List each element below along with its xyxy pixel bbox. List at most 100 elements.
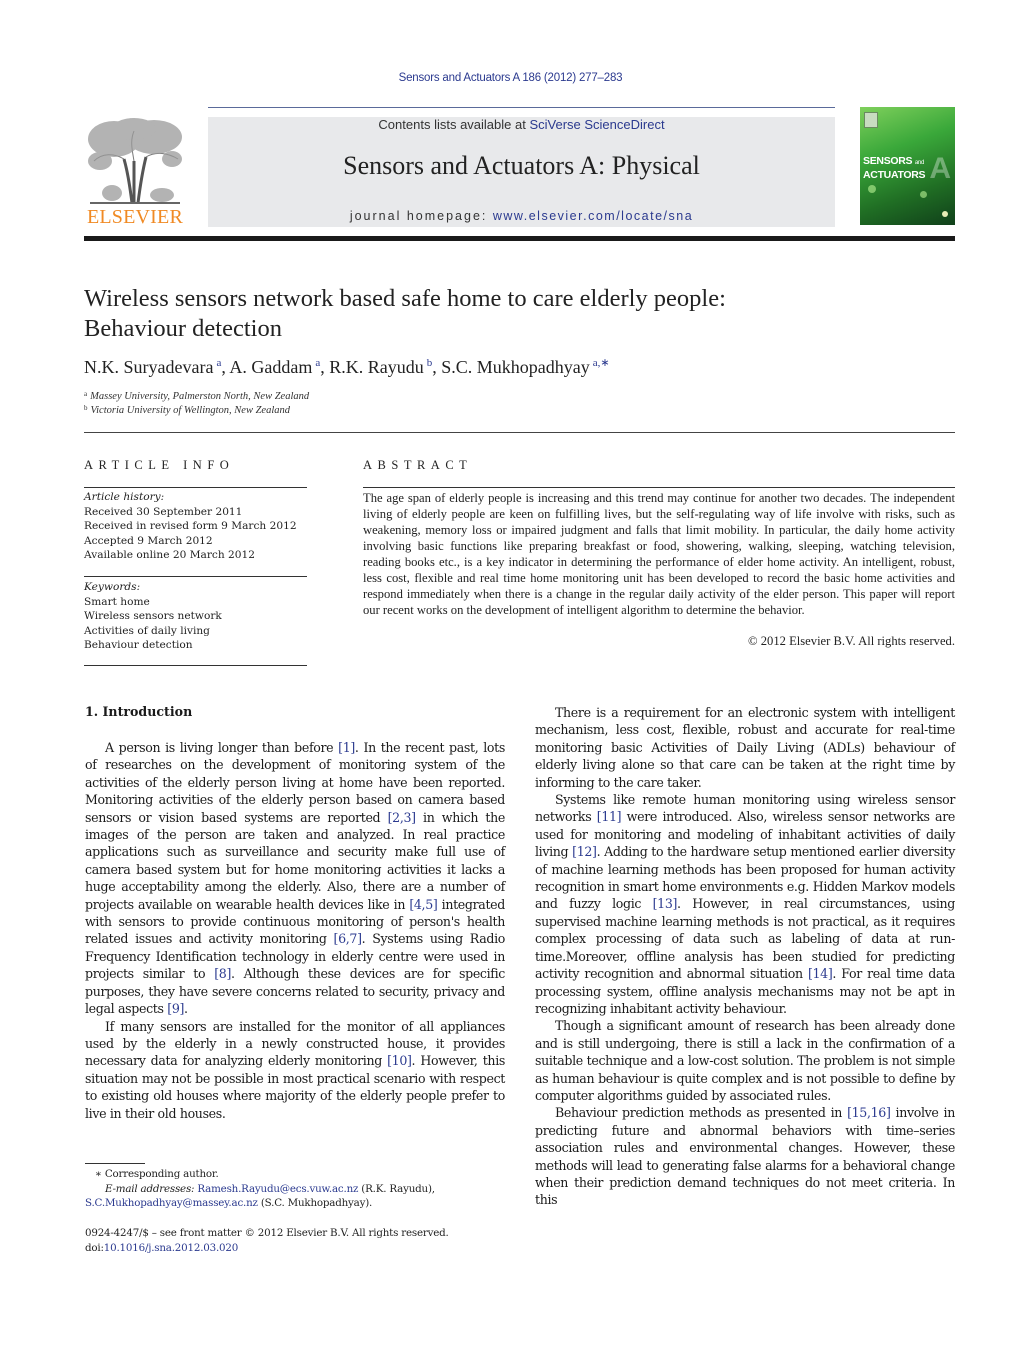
history-label: Article history: xyxy=(84,491,165,503)
email-line: E-mail addresses: Ramesh.Rayudu@ecs.vuw.… xyxy=(85,1182,515,1197)
corresponding-author-note: ∗ Corresponding author. xyxy=(95,1168,219,1180)
keyword-item: Wireless sensors network xyxy=(84,610,222,622)
journal-title: Sensors and Actuators A: Physical xyxy=(343,151,700,180)
title-line-1: Wireless sensors network based safe home… xyxy=(84,285,726,312)
author-list: N.K. Suryadevara a, A. Gaddam a, R.K. Rayu… xyxy=(84,357,610,377)
email-link-rayudu[interactable]: Ramesh.Rayudu@ecs.vuw.ac.nz xyxy=(197,1183,358,1195)
body-paragraph: There is a requirement for an electronic… xyxy=(535,704,955,791)
cover-title-line1: SENSORS xyxy=(863,155,913,167)
keywords-label: Keywords: xyxy=(84,581,141,593)
history-item: Received in revised form 9 March 2012 xyxy=(84,520,297,532)
header-divider xyxy=(208,107,835,108)
keyword-item: Smart home xyxy=(84,595,150,608)
footnote-block: ∗ Corresponding author. E-mail addresses… xyxy=(85,1167,515,1211)
author-name: A. Gaddam xyxy=(229,357,313,377)
cover-letter: A xyxy=(929,152,951,185)
abstract-copyright: © 2012 Elsevier B.V. All rights reserved… xyxy=(748,634,955,648)
affiliation-a: a Massey University, Palmerston North, Ne… xyxy=(84,390,309,402)
cover-title-and: and xyxy=(914,160,924,166)
keyword-item: Behaviour detection xyxy=(84,639,193,651)
cover-light-icon xyxy=(920,191,927,198)
abstract-text: The age span of elderly people is increa… xyxy=(363,491,955,617)
article-info-heading: ARTICLE INFO xyxy=(84,458,235,472)
affiliation-text: Massey University, Palmerston North, New… xyxy=(90,391,310,402)
doi-link[interactable]: 10.1016/j.sna.2012.03.020 xyxy=(104,1242,239,1254)
author-name: S.C. Mukhopadhyay xyxy=(441,357,590,377)
contents-prefix: Contents lists available at xyxy=(378,117,530,132)
elsevier-wordmark: ELSEVIER xyxy=(86,206,184,228)
article-history: Article history: Received 30 September 2… xyxy=(84,490,314,563)
email-owner: (R.K. Rayudu), xyxy=(358,1182,435,1195)
cover-title: SENSORS and ACTUATORS xyxy=(863,155,926,181)
elsevier-tree-icon xyxy=(88,118,182,204)
paragraph-text: . xyxy=(184,1001,188,1017)
article-info-divider xyxy=(84,487,307,488)
paragraph-text: involve in predicting future and abnorma… xyxy=(535,1105,955,1208)
history-item: Accepted 9 March 2012 xyxy=(84,534,213,547)
abstract-divider xyxy=(363,487,955,488)
keyword-item: Activities of daily living xyxy=(84,624,210,637)
homepage-link[interactable]: www.elsevier.com/locate/sna xyxy=(493,209,693,223)
body-column-left: A person is living longer than before [1… xyxy=(85,739,505,1122)
paper-title: Wireless sensors network based safe home… xyxy=(84,284,964,344)
body-paragraph: A person is living longer than before [1… xyxy=(85,739,505,1018)
reference-link[interactable]: [13] xyxy=(653,896,678,911)
journal-citation[interactable]: Sensors and Actuators A 186 (2012) 277–2… xyxy=(0,72,1021,84)
reference-link[interactable]: [10] xyxy=(387,1053,412,1068)
history-item: Available online 20 March 2012 xyxy=(84,549,256,561)
footnote-divider xyxy=(85,1163,145,1164)
reference-link[interactable]: [12] xyxy=(572,844,597,859)
elsevier-logo[interactable]: ELSEVIER xyxy=(84,117,186,229)
homepage-label: journal homepage: xyxy=(349,209,493,223)
affiliation-b: b Victoria University of Wellington, New … xyxy=(84,404,290,416)
cover-title-line2: ACTUATORS xyxy=(863,169,926,181)
elsevier-badge-icon xyxy=(864,112,878,128)
reference-link[interactable]: [15,16] xyxy=(847,1105,891,1120)
author-name: R.K. Rayudu xyxy=(329,357,424,377)
paragraph-text: A person is living longer than before xyxy=(105,740,339,755)
email-link-mukhopadhyay[interactable]: S.C.Mukhopadhyay@massey.ac.nz xyxy=(85,1197,258,1209)
reference-link[interactable]: [9] xyxy=(167,1001,184,1016)
paragraph-text: Though a significant amount of research … xyxy=(535,1018,955,1103)
reference-link[interactable]: [6,7] xyxy=(334,931,362,946)
author-affiliation-mark[interactable]: a xyxy=(216,357,221,369)
reference-link[interactable]: [11] xyxy=(597,809,622,824)
abstract-heading: ABSTRACT xyxy=(363,458,473,472)
history-item: Received 30 September 2011 xyxy=(84,505,243,518)
paragraph-text: Behaviour prediction methods as presente… xyxy=(555,1105,848,1121)
keywords-block: Keywords: Smart home Wireless sensors ne… xyxy=(84,580,314,653)
cover-light-icon xyxy=(942,211,948,217)
title-divider xyxy=(84,432,955,433)
author-affiliation-mark[interactable]: b xyxy=(427,357,433,369)
paragraph-text: There is a requirement for an electronic… xyxy=(535,705,955,790)
doi-line: doi:10.1016/j.sna.2012.03.020 xyxy=(85,1241,515,1256)
cover-light-icon xyxy=(868,185,876,193)
body-column-right: There is a requirement for an electronic… xyxy=(535,704,955,1209)
author-name: N.K. Suryadevara xyxy=(84,357,214,377)
author-affiliation-mark[interactable]: a xyxy=(315,357,320,369)
header-thick-rule xyxy=(84,236,955,241)
issn-line: 0924-4247/$ – see front matter © 2012 El… xyxy=(85,1227,449,1239)
body-paragraph: If many sensors are installed for the mo… xyxy=(85,1018,505,1122)
body-paragraph: Though a significant amount of research … xyxy=(535,1017,955,1104)
reference-link[interactable]: [2,3] xyxy=(388,810,416,825)
front-matter-block: 0924-4247/$ – see front matter © 2012 El… xyxy=(85,1226,515,1255)
email-line-2: S.C.Mukhopadhyay@massey.ac.nz (S.C. Mukh… xyxy=(85,1196,515,1211)
journal-homepage-line: journal homepage: www.elsevier.com/locat… xyxy=(208,209,835,223)
email-label: E-mail addresses: xyxy=(105,1182,198,1195)
reference-link[interactable]: [4,5] xyxy=(409,897,437,912)
author-affiliation-mark[interactable]: a,∗ xyxy=(593,357,610,369)
title-line-2: Behaviour detection xyxy=(84,315,282,342)
affiliation-mark: a xyxy=(84,390,88,398)
body-paragraph: Behaviour prediction methods as presente… xyxy=(535,1104,955,1208)
reference-link[interactable]: [14] xyxy=(808,966,833,981)
doi-prefix: doi: xyxy=(85,1241,104,1254)
reference-link[interactable]: [1] xyxy=(338,740,355,755)
body-paragraph: Systems like remote human monitoring usi… xyxy=(535,791,955,1017)
contents-line: Contents lists available at SciVerse Sci… xyxy=(208,117,835,132)
journal-cover[interactable]: SENSORS and ACTUATORS A xyxy=(860,107,955,225)
reference-link[interactable]: [8] xyxy=(214,966,231,981)
sciencedirect-link[interactable]: SciVerse ScienceDirect xyxy=(529,117,664,132)
keywords-divider xyxy=(84,576,307,577)
section-heading-introduction: 1. Introduction xyxy=(85,704,193,719)
